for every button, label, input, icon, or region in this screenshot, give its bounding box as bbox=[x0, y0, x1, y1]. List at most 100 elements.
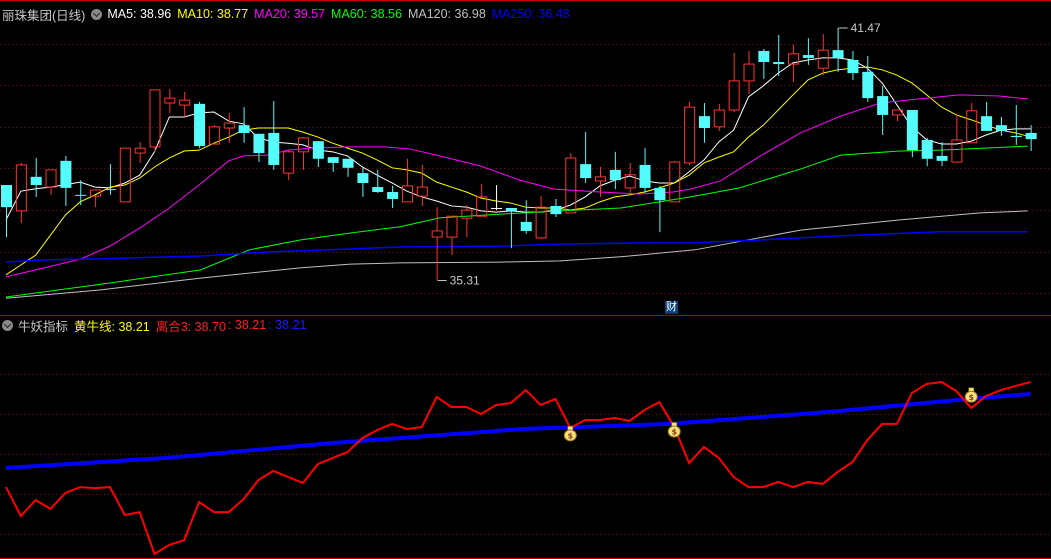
candle bbox=[104, 164, 116, 195]
candle-body bbox=[877, 96, 889, 115]
candle bbox=[847, 50, 859, 81]
candle bbox=[134, 141, 146, 163]
candle bbox=[877, 85, 889, 136]
candle-body bbox=[372, 187, 384, 192]
candle-body bbox=[595, 176, 606, 182]
candle bbox=[60, 155, 72, 206]
candle bbox=[684, 101, 696, 165]
candle bbox=[164, 89, 176, 113]
candle-body bbox=[491, 207, 503, 209]
candle bbox=[194, 101, 206, 149]
candle-body bbox=[431, 230, 443, 238]
candle-body bbox=[580, 164, 592, 179]
indicator-panel-header: 牛妖指标 黄牛线: 38.21 离合3: 38.70 : 38.21 : 38.… bbox=[2, 316, 312, 334]
candle bbox=[45, 169, 57, 195]
candle-body bbox=[936, 155, 948, 161]
finance-badge-icon[interactable]: 财 bbox=[665, 301, 678, 314]
candle bbox=[238, 107, 250, 143]
candle bbox=[921, 137, 933, 167]
ma10-label: MA10: 38.77 bbox=[177, 7, 249, 21]
candle-body bbox=[387, 192, 399, 199]
candle bbox=[342, 158, 354, 177]
candle-body bbox=[283, 151, 295, 174]
candle-body bbox=[194, 103, 206, 147]
candle-body bbox=[654, 187, 666, 201]
candle-body bbox=[119, 147, 131, 203]
candle-body bbox=[342, 158, 354, 168]
candle bbox=[535, 196, 547, 240]
candle-body bbox=[505, 207, 517, 211]
ma60-label: MA60: 38.56 bbox=[331, 7, 402, 21]
candle bbox=[119, 147, 131, 203]
ma20-line bbox=[5, 94, 1028, 278]
candle-body bbox=[476, 196, 488, 217]
candle-body bbox=[862, 71, 874, 99]
candle bbox=[520, 200, 532, 234]
candle-body bbox=[758, 50, 770, 63]
money-bag-icon: $ bbox=[964, 387, 978, 403]
candle bbox=[609, 151, 621, 190]
candle bbox=[951, 114, 963, 163]
candle bbox=[253, 133, 265, 163]
red-line-label: 离合3: 38.70 bbox=[155, 319, 226, 334]
candle-body bbox=[995, 125, 1007, 131]
candle-body bbox=[609, 169, 621, 181]
candle bbox=[580, 132, 592, 183]
candle-body bbox=[1, 185, 12, 208]
candle bbox=[387, 185, 399, 208]
candle bbox=[491, 185, 503, 211]
candle-body bbox=[30, 176, 42, 186]
candle bbox=[906, 110, 918, 158]
candle-body bbox=[149, 89, 161, 148]
yellow-line-label: 黄牛线: 38.21 bbox=[74, 319, 150, 334]
candle-body bbox=[966, 110, 978, 144]
candle bbox=[550, 198, 562, 218]
blue-line-value: : 38.21 bbox=[268, 318, 307, 332]
dollar-sign: $ bbox=[671, 428, 677, 437]
candle-body bbox=[312, 141, 324, 159]
candle-body bbox=[713, 109, 725, 128]
candle bbox=[654, 185, 666, 233]
candle-body bbox=[401, 185, 413, 203]
candle-body bbox=[728, 80, 740, 111]
ma120-line bbox=[5, 210, 1028, 299]
candle-body bbox=[461, 209, 473, 219]
candle-body bbox=[1010, 135, 1022, 138]
red-secondary-value: : 38.21 bbox=[227, 318, 267, 332]
candle bbox=[713, 103, 725, 131]
candle-body bbox=[134, 147, 146, 154]
low-price-label: 35.31 bbox=[450, 274, 480, 288]
candle-body bbox=[268, 132, 280, 165]
candle-body bbox=[684, 106, 696, 164]
candle bbox=[357, 166, 369, 197]
candle bbox=[832, 28, 844, 72]
candle-body bbox=[60, 160, 72, 188]
candle-body bbox=[847, 59, 859, 74]
candle bbox=[401, 158, 413, 203]
candle bbox=[743, 50, 755, 95]
candle bbox=[966, 103, 978, 144]
ma5-label: MA5: 38.96 bbox=[107, 7, 172, 21]
candle-body bbox=[981, 116, 993, 131]
candle bbox=[936, 141, 948, 167]
ma120-label: MA120: 36.98 bbox=[407, 7, 486, 21]
candle-body bbox=[446, 215, 458, 238]
candle bbox=[446, 215, 458, 256]
candle-body bbox=[773, 62, 785, 65]
ma250-label: MA250: 36.48 bbox=[491, 7, 570, 21]
candle bbox=[30, 157, 42, 197]
money-bag-neck bbox=[671, 422, 678, 427]
candle bbox=[312, 141, 324, 167]
money-bag-neck bbox=[968, 387, 975, 392]
chevron-down-icon[interactable] bbox=[91, 8, 103, 20]
dollar-sign: $ bbox=[968, 393, 974, 402]
chevron-down-icon[interactable] bbox=[2, 319, 13, 331]
candle-body bbox=[164, 97, 176, 104]
indicator-title: 牛妖指标 bbox=[18, 319, 69, 334]
candle bbox=[268, 100, 280, 170]
candle bbox=[995, 116, 1007, 136]
candle bbox=[817, 34, 829, 76]
ma20-label: MA20: 39.57 bbox=[254, 7, 326, 21]
candle bbox=[327, 157, 339, 172]
stock-chart[interactable]: 41.47 35.31 $ $ $ bbox=[0, 0, 1051, 559]
